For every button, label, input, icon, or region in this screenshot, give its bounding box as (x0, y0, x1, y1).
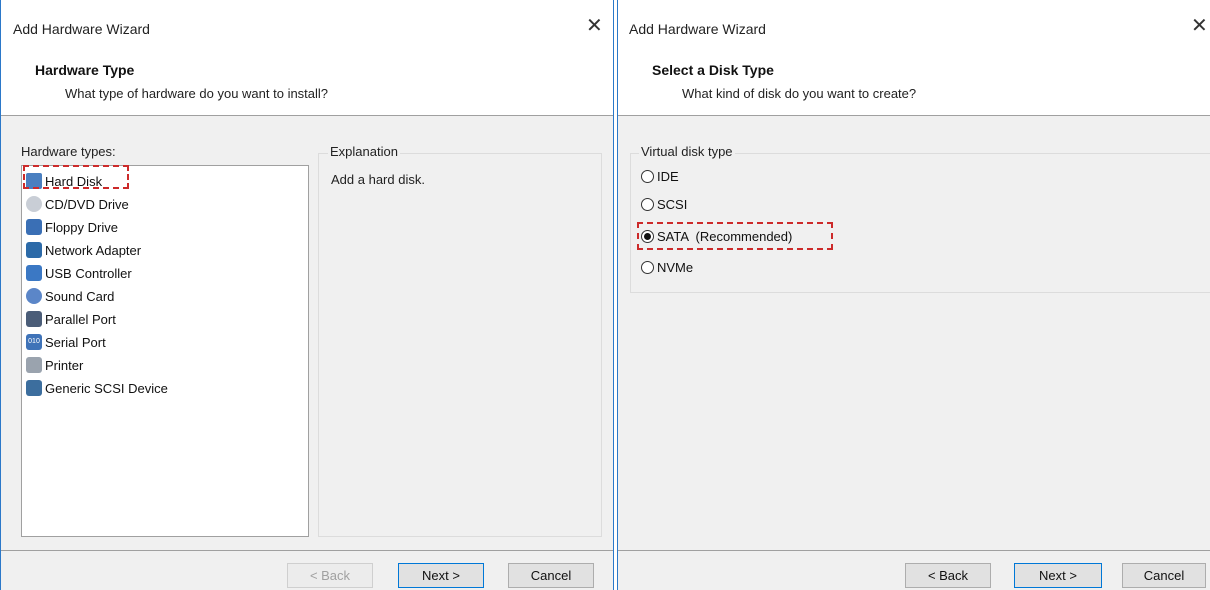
page-subtitle: What type of hardware do you want to ins… (65, 86, 329, 101)
header-area: Add Hardware Wizard ✕ Hardware Type What… (1, 0, 613, 116)
usb-icon (26, 265, 42, 281)
list-item-serial-port[interactable]: 010 Serial Port (26, 331, 106, 353)
radio-label: IDE (657, 168, 679, 184)
virtual-disk-type-label: Virtual disk type (639, 144, 735, 159)
list-item-label: Serial Port (45, 334, 106, 350)
list-item-usb-controller[interactable]: USB Controller (26, 262, 132, 284)
radio-nvme[interactable]: NVMe (641, 256, 693, 278)
network-adapter-icon (26, 242, 42, 258)
list-item-label: Printer (45, 357, 84, 373)
cd-dvd-icon (26, 196, 42, 212)
list-item-label: Sound Card (45, 288, 115, 304)
window-title: Add Hardware Wizard (629, 21, 766, 37)
header-area: Add Hardware Wizard ✕ Select a Disk Type… (618, 0, 1210, 116)
hardware-type-wizard-window: Add Hardware Wizard ✕ Hardware Type What… (0, 0, 614, 590)
list-item-parallel-port[interactable]: Parallel Port (26, 308, 116, 330)
radio-circle[interactable] (641, 197, 654, 211)
explanation-text: Add a hard disk. (331, 172, 425, 187)
parallel-port-icon (26, 311, 42, 327)
list-item-cd-dvd-drive[interactable]: CD/DVD Drive (26, 193, 129, 215)
close-icon[interactable]: ✕ (586, 14, 603, 38)
explanation-label: Explanation (328, 144, 400, 159)
page-subtitle: What kind of disk do you want to create? (682, 86, 917, 101)
list-item-network-adapter[interactable]: Network Adapter (26, 239, 141, 261)
printer-icon (26, 357, 42, 373)
radio-circle[interactable] (641, 260, 654, 274)
hardware-types-list[interactable]: Hard Disk CD/DVD Drive Floppy Drive Netw… (21, 165, 309, 537)
next-button[interactable]: Next > (398, 563, 484, 588)
sata-highlight (637, 222, 833, 250)
next-button[interactable]: Next > (1014, 563, 1102, 588)
radio-label: SCSI (657, 196, 688, 212)
floppy-icon (26, 219, 42, 235)
cancel-button[interactable]: Cancel (508, 563, 594, 588)
back-button[interactable]: < Back (287, 563, 373, 588)
disk-type-wizard-window: Add Hardware Wizard ✕ Select a Disk Type… (617, 0, 1210, 590)
list-item-label: Floppy Drive (45, 219, 118, 235)
list-item-printer[interactable]: Printer (26, 354, 83, 376)
list-item-label: Network Adapter (45, 242, 142, 258)
radio-ide[interactable]: IDE (641, 165, 679, 187)
serial-port-icon: 010 (26, 334, 42, 350)
radio-label: NVMe (657, 259, 694, 275)
window-title: Add Hardware Wizard (13, 21, 150, 37)
list-item-floppy-drive[interactable]: Floppy Drive (26, 216, 118, 238)
list-item-label: CD/DVD Drive (45, 196, 129, 212)
hard-disk-highlight (23, 165, 129, 189)
list-item-label: Parallel Port (45, 311, 116, 327)
radio-scsi[interactable]: SCSI (641, 193, 687, 215)
close-icon[interactable]: ✕ (1191, 14, 1208, 38)
explanation-group (318, 153, 602, 537)
hardware-types-label: Hardware types: (21, 144, 116, 159)
cancel-button[interactable]: Cancel (1122, 563, 1206, 588)
scsi-device-icon (26, 380, 42, 396)
list-item-label: Generic SCSI Device (45, 380, 168, 396)
list-item-label: USB Controller (45, 265, 132, 281)
list-item-generic-scsi-device[interactable]: Generic SCSI Device (26, 377, 168, 399)
sound-card-icon (26, 288, 42, 304)
list-item-sound-card[interactable]: Sound Card (26, 285, 114, 307)
radio-circle[interactable] (641, 169, 654, 183)
page-title: Hardware Type (35, 62, 135, 78)
back-button[interactable]: < Back (905, 563, 991, 588)
page-title: Select a Disk Type (652, 62, 774, 78)
